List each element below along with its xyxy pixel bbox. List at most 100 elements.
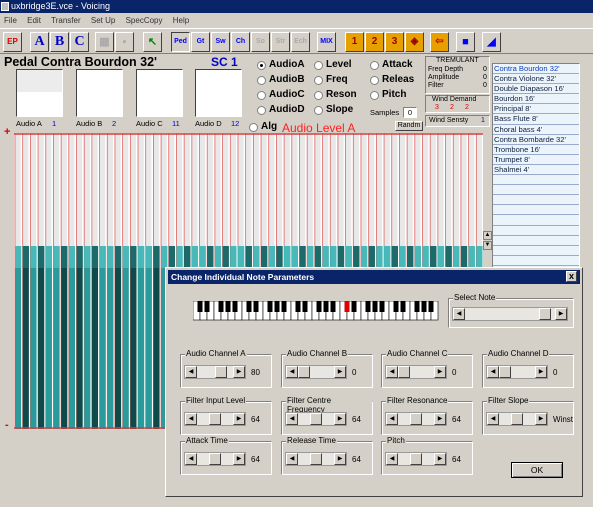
stop-list-item[interactable]: Contra Bombarde 32' (493, 135, 579, 145)
black-key[interactable] (393, 301, 399, 312)
menu-file[interactable]: File (4, 16, 17, 25)
radio-audiob[interactable] (257, 76, 266, 85)
note-level-bar[interactable] (99, 246, 106, 429)
samples-value[interactable]: 0 (403, 107, 417, 118)
note-level-bar[interactable] (114, 246, 122, 429)
slider-thumb[interactable] (499, 366, 511, 378)
slider-thumb[interactable] (310, 453, 322, 465)
amplitude-value[interactable]: 0 (483, 74, 487, 81)
note-level-bar[interactable] (68, 246, 76, 429)
stop-list-item[interactable] (493, 185, 579, 196)
note-level-bar[interactable] (45, 246, 52, 429)
sw-button[interactable]: Sw (211, 32, 230, 52)
menu-setup[interactable]: Set Up (91, 16, 115, 25)
ech-button[interactable]: Ech (291, 32, 310, 52)
radio-slope[interactable] (314, 106, 323, 115)
note-level-bar[interactable] (30, 246, 37, 429)
menu-transfer[interactable]: Transfer (51, 16, 81, 25)
slider-right-icon[interactable]: ▶ (334, 366, 346, 378)
stop-list-item[interactable]: Shalmei 4' (493, 165, 579, 176)
stop-list-item[interactable]: Double Diapason 16' (493, 84, 579, 95)
select-note-thumb[interactable] (539, 308, 551, 320)
arrow-icon[interactable]: ↖ (143, 32, 162, 52)
param-slider[interactable]: ◀ ▶ (184, 365, 246, 379)
note-level-bar[interactable] (107, 246, 114, 429)
black-key[interactable] (365, 301, 371, 312)
stop-list-item[interactable] (493, 215, 579, 226)
menu-speccopy[interactable]: SpecCopy (126, 16, 163, 25)
export-icon[interactable]: ⇦ (430, 32, 449, 52)
param-slider[interactable]: ◀ ▶ (285, 452, 347, 466)
audio-box-1[interactable] (16, 69, 63, 117)
param-slider[interactable]: ◀ ▶ (184, 452, 246, 466)
slider-left-icon[interactable]: ◀ (286, 366, 298, 378)
black-key[interactable] (225, 301, 231, 312)
ep-button[interactable]: EP (3, 32, 22, 52)
slider-left-icon[interactable]: ◀ (185, 366, 197, 378)
note-level-bar[interactable] (15, 246, 22, 429)
copy-icon[interactable]: ▦ (95, 32, 114, 52)
so-button[interactable]: So (251, 32, 270, 52)
black-key[interactable] (281, 301, 287, 312)
black-key[interactable] (372, 301, 378, 312)
stop-list-item[interactable]: Bourdon 16' (493, 94, 579, 105)
radio-freq[interactable] (314, 76, 323, 85)
black-key[interactable] (379, 301, 385, 312)
slider-right-icon[interactable]: ▶ (434, 413, 446, 425)
param-slider[interactable]: ◀ ▶ (385, 365, 447, 379)
scroll-right-icon[interactable]: ▶ (555, 308, 567, 320)
filter-value[interactable]: 0 (483, 82, 487, 89)
note-level-bar[interactable] (53, 246, 60, 429)
black-key[interactable] (421, 301, 427, 312)
scroll-left-icon[interactable]: ◀ (453, 308, 465, 320)
black-key[interactable] (414, 301, 420, 312)
alg-radio[interactable] (249, 123, 258, 132)
stop-list-item[interactable]: Bass Flute 8' (493, 114, 579, 125)
slider-right-icon[interactable]: ▶ (434, 453, 446, 465)
three-button[interactable]: 3 (385, 32, 404, 52)
slider-left-icon[interactable]: ◀ (386, 366, 398, 378)
select-note-scrollbar[interactable]: ◀ ▶ (452, 307, 568, 321)
black-key[interactable] (204, 301, 210, 312)
black-key[interactable] (197, 301, 203, 312)
param-slider[interactable]: ◀ ▶ (285, 412, 347, 426)
slider-thumb[interactable] (398, 366, 410, 378)
slider-thumb[interactable] (310, 413, 322, 425)
radio-releas[interactable] (370, 76, 379, 85)
param-slider[interactable]: ◀ ▶ (285, 365, 347, 379)
ped-button[interactable]: Ped (171, 32, 190, 52)
slider-right-icon[interactable]: ▶ (434, 366, 446, 378)
slider-left-icon[interactable]: ◀ (487, 366, 499, 378)
slider-right-icon[interactable]: ▶ (334, 413, 346, 425)
black-key[interactable] (323, 301, 329, 312)
four-button[interactable]: ◈ (405, 32, 424, 52)
radio-audioa[interactable] (257, 61, 266, 70)
selected-key[interactable] (344, 301, 350, 312)
slider-left-icon[interactable]: ◀ (487, 413, 499, 425)
menu-edit[interactable]: Edit (27, 16, 41, 25)
wind-demand-value-3[interactable]: 2 (465, 104, 469, 111)
note-level-bar[interactable] (138, 246, 145, 429)
b-button[interactable]: B (50, 32, 69, 52)
note-level-bar[interactable] (122, 246, 129, 429)
audio-box-4[interactable] (195, 69, 242, 117)
radio-audioc[interactable] (257, 91, 266, 100)
note-level-bar[interactable] (145, 246, 152, 429)
c-button[interactable]: C (70, 32, 89, 52)
randm-button[interactable]: Randm (395, 121, 423, 131)
stop-list-item[interactable]: Trombone 16' (493, 145, 579, 155)
stop-list-item[interactable] (493, 236, 579, 246)
param-slider[interactable]: ◀ ▶ (385, 412, 447, 426)
radio-attack[interactable] (370, 61, 379, 70)
scroll-up-button[interactable]: ▲ (483, 231, 492, 240)
close-icon[interactable]: x (566, 271, 577, 282)
black-key[interactable] (253, 301, 259, 312)
black-key[interactable] (274, 301, 280, 312)
wind-demand-value-2[interactable]: 2 (450, 104, 454, 111)
black-key[interactable] (267, 301, 273, 312)
audio-box-2[interactable] (76, 69, 123, 117)
slider-right-icon[interactable]: ▶ (535, 413, 547, 425)
note-keyboard[interactable] (192, 300, 439, 321)
slider-right-icon[interactable]: ▶ (233, 413, 245, 425)
slider-thumb[interactable] (209, 453, 221, 465)
